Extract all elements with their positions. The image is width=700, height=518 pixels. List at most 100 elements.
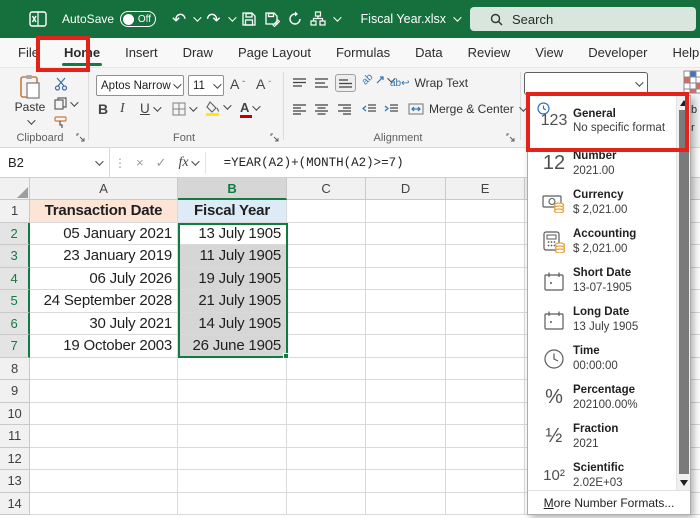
cell-C9[interactable] (287, 380, 366, 403)
cell-E11[interactable] (446, 425, 525, 448)
cell-B5[interactable]: 21 July 1905 (178, 290, 287, 313)
menu-item-percentage[interactable]: % Percentage202100.00% (528, 378, 675, 417)
row-header-9[interactable]: 9 (0, 380, 30, 403)
alignment-dialog-launcher-icon[interactable] (506, 133, 516, 143)
undo-icon[interactable]: ↶ (172, 11, 186, 28)
row-header-6[interactable]: 6 (0, 313, 30, 336)
cell-D14[interactable] (366, 493, 446, 516)
conditional-formatting-icon[interactable] (683, 70, 700, 96)
cell-D12[interactable] (366, 448, 446, 471)
cell-A8[interactable] (30, 358, 178, 381)
cell-C12[interactable] (287, 448, 366, 471)
cell-E3[interactable] (446, 245, 525, 268)
tab-review[interactable]: Review (466, 40, 513, 65)
cell-E5[interactable] (446, 290, 525, 313)
cell-A12[interactable] (30, 448, 178, 471)
cell-E2[interactable] (446, 223, 525, 246)
redo-icon[interactable]: ↷ (206, 11, 220, 28)
repeat-icon[interactable] (287, 11, 303, 27)
save-icon[interactable] (241, 11, 257, 27)
autosave-toggle[interactable]: Off (120, 11, 156, 27)
cell-D6[interactable] (366, 313, 446, 336)
redo-chevron-icon[interactable] (228, 13, 236, 21)
tab-home[interactable]: Home (62, 40, 102, 65)
wrap-text-button[interactable]: ab↩Wrap Text (390, 76, 468, 90)
font-size-combobox[interactable]: 11 (188, 75, 224, 96)
row-header-8[interactable]: 8 (0, 358, 30, 381)
cell-A13[interactable] (30, 470, 178, 493)
cell-B3[interactable]: 11 July 1905 (178, 245, 287, 268)
row-header-2[interactable]: 2 (0, 223, 30, 246)
tab-help[interactable]: Help (670, 40, 700, 65)
tab-developer[interactable]: Developer (586, 40, 649, 65)
cell-C11[interactable] (287, 425, 366, 448)
cell-D4[interactable] (366, 268, 446, 291)
cell-E7[interactable] (446, 335, 525, 358)
cell-E6[interactable] (446, 313, 525, 336)
cell-C6[interactable] (287, 313, 366, 336)
document-title[interactable]: Fiscal Year.xlsx (361, 12, 446, 26)
tab-page-layout[interactable]: Page Layout (236, 40, 313, 65)
menu-item-accounting[interactable]: Accounting$ 2,021.00 (528, 222, 675, 261)
cell-E14[interactable] (446, 493, 525, 516)
cell-A14[interactable] (30, 493, 178, 516)
copy-button[interactable] (54, 97, 76, 110)
clipboard-dialog-launcher-icon[interactable] (76, 133, 86, 143)
align-bottom-button[interactable] (335, 74, 356, 92)
cell-E8[interactable] (446, 358, 525, 381)
cell-C13[interactable] (287, 470, 366, 493)
cell-D1[interactable] (366, 200, 446, 223)
cell-A9[interactable] (30, 380, 178, 403)
cell-C1[interactable] (287, 200, 366, 223)
row-header-4[interactable]: 4 (0, 268, 30, 291)
confirm-entry-icon[interactable]: ✓ (150, 155, 173, 171)
bold-button[interactable]: B (98, 101, 108, 117)
column-header-E[interactable]: E (446, 178, 525, 200)
cell-C3[interactable] (287, 245, 366, 268)
cell-B13[interactable] (178, 470, 287, 493)
cell-E4[interactable] (446, 268, 525, 291)
row-header-12[interactable]: 12 (0, 448, 30, 471)
select-all-corner[interactable] (0, 178, 30, 200)
cell-E9[interactable] (446, 380, 525, 403)
decrease-font-button[interactable]: Aˇ (256, 76, 271, 92)
cell-B1[interactable]: Fiscal Year (178, 200, 287, 223)
menu-item-short-date[interactable]: Short Date13-07-1905 (528, 261, 675, 300)
menu-item-time[interactable]: Time00:00:00 (528, 339, 675, 378)
row-header-14[interactable]: 14 (0, 493, 30, 516)
tab-view[interactable]: View (533, 40, 565, 65)
cell-D9[interactable] (366, 380, 446, 403)
cell-A4[interactable]: 06 July 2026 (30, 268, 178, 291)
cell-A1[interactable]: Transaction Date (30, 200, 178, 223)
undo-chevron-icon[interactable] (193, 13, 201, 21)
cell-B14[interactable] (178, 493, 287, 516)
cell-C14[interactable] (287, 493, 366, 516)
font-name-combobox[interactable]: Aptos Narrow (96, 75, 184, 96)
column-header-A[interactable]: A (30, 178, 178, 200)
align-top-button[interactable] (292, 77, 307, 89)
qat-more-chevron-icon[interactable] (333, 13, 341, 21)
cell-B11[interactable] (178, 425, 287, 448)
increase-font-button[interactable]: Aˆ (230, 76, 245, 92)
menu-item-fraction[interactable]: ½ Fraction2021 (528, 417, 675, 456)
cell-B8[interactable] (178, 358, 287, 381)
fill-color-button[interactable] (206, 101, 229, 113)
cell-E10[interactable] (446, 403, 525, 426)
row-header-1[interactable]: 1 (0, 200, 30, 223)
paste-button[interactable]: Paste (8, 74, 52, 136)
cell-D5[interactable] (366, 290, 446, 313)
align-middle-button[interactable] (314, 77, 329, 89)
underline-button[interactable]: U (140, 101, 159, 116)
cell-D7[interactable] (366, 335, 446, 358)
font-dialog-launcher-icon[interactable] (270, 133, 280, 143)
cell-C8[interactable] (287, 358, 366, 381)
cell-B12[interactable] (178, 448, 287, 471)
row-header-13[interactable]: 13 (0, 470, 30, 493)
cancel-entry-icon[interactable]: × (130, 155, 150, 170)
cell-A5[interactable]: 24 September 2028 (30, 290, 178, 313)
cell-C4[interactable] (287, 268, 366, 291)
formula-input[interactable]: =YEAR(A2)+(MONTH(A2)>=7) (224, 156, 404, 170)
column-header-D[interactable]: D (366, 178, 446, 200)
menu-item-general[interactable]: 123 GeneralNo specific format (528, 98, 675, 144)
cell-A10[interactable] (30, 403, 178, 426)
